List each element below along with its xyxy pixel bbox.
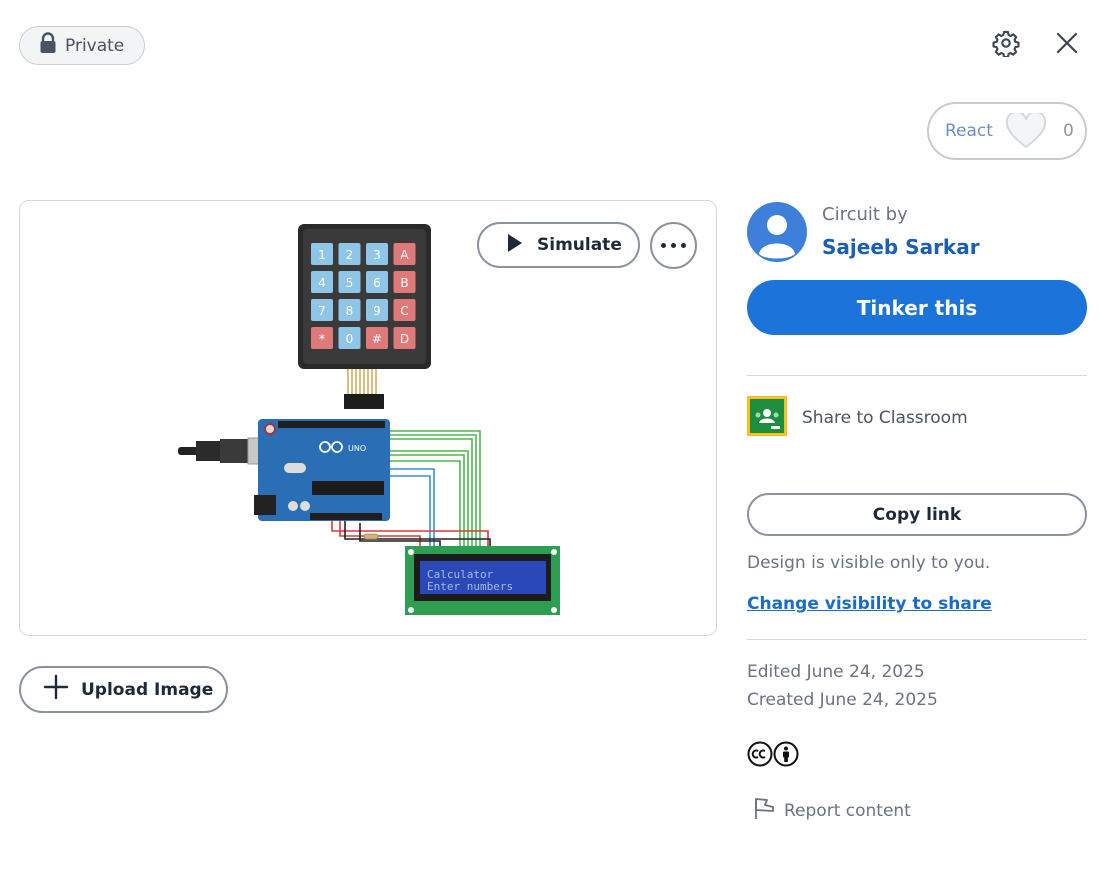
play-icon xyxy=(507,233,523,258)
keypad: 1 2 3 A 4 5 6 B 7 8 9 C * 0 # D xyxy=(298,224,431,409)
settings-button[interactable] xyxy=(990,29,1022,61)
keypad-key-label: 9 xyxy=(373,304,381,318)
more-options-button[interactable] xyxy=(650,222,697,269)
arduino-board: UNO xyxy=(254,419,390,521)
report-label: Report content xyxy=(784,800,911,821)
keypad-key-label: B xyxy=(400,276,408,290)
google-classroom-icon xyxy=(747,396,787,440)
close-button[interactable] xyxy=(1051,29,1083,61)
keypad-key-label: 5 xyxy=(346,276,354,290)
more-dot xyxy=(681,243,686,248)
keypad-key-label: 0 xyxy=(346,332,354,346)
lcd-display: Calculator Enter numbers xyxy=(405,546,560,615)
flag-icon xyxy=(753,796,775,825)
author-name-link[interactable]: Sajeeb Sarkar xyxy=(822,235,980,259)
keypad-key-label: C xyxy=(400,304,408,318)
gear-icon xyxy=(992,29,1020,61)
keypad-key-label: 1 xyxy=(318,248,326,262)
change-visibility-link[interactable]: Change visibility to share xyxy=(747,594,992,614)
svg-text:UNO: UNO xyxy=(348,444,366,453)
upload-image-button[interactable]: Upload Image xyxy=(19,666,228,713)
more-dot xyxy=(661,243,666,248)
keypad-key-label: A xyxy=(400,248,409,262)
visibility-note: Design is visible only to you. xyxy=(747,553,991,573)
simulate-button[interactable]: Simulate xyxy=(477,222,640,268)
keypad-key-label: 7 xyxy=(318,304,326,318)
license-badge[interactable] xyxy=(747,741,799,771)
react-label: React xyxy=(945,121,993,141)
classroom-label: Share to Classroom xyxy=(802,408,968,428)
plus-icon xyxy=(43,674,69,705)
author-avatar[interactable] xyxy=(747,202,807,262)
keypad-key-label: 8 xyxy=(346,304,354,318)
lock-icon xyxy=(39,32,57,59)
created-date: Created June 24, 2025 xyxy=(747,690,938,710)
keypad-key-label: 2 xyxy=(346,248,354,262)
heart-icon xyxy=(1005,112,1049,150)
close-icon xyxy=(1055,31,1079,59)
copy-link-button[interactable]: Copy link xyxy=(747,493,1087,536)
simulate-label: Simulate xyxy=(537,235,622,255)
keypad-key-label: D xyxy=(400,332,409,346)
react-button[interactable]: React 0 xyxy=(927,102,1087,160)
keypad-key-label: 4 xyxy=(318,276,326,290)
circuit-preview[interactable]: 1 2 3 A 4 5 6 B 7 8 9 C * 0 # D UNO Calc… xyxy=(19,200,717,636)
privacy-label: Private xyxy=(65,35,125,56)
divider xyxy=(747,639,1087,640)
keypad-key-label: 3 xyxy=(373,248,381,262)
privacy-toggle[interactable]: Private xyxy=(19,26,145,65)
tinker-this-button[interactable]: Tinker this xyxy=(747,280,1087,335)
creative-commons-icon xyxy=(747,741,773,771)
divider xyxy=(747,375,1087,376)
upload-label: Upload Image xyxy=(81,679,214,700)
attribution-icon xyxy=(773,741,799,771)
react-count: 0 xyxy=(1062,121,1074,141)
keypad-key-label: * xyxy=(319,332,325,346)
more-dot xyxy=(671,243,676,248)
circuit-by-label: Circuit by xyxy=(822,204,908,225)
report-content-link[interactable]: Report content xyxy=(753,796,911,825)
keypad-key-label: 6 xyxy=(373,276,381,290)
share-to-classroom-button[interactable]: Share to Classroom xyxy=(747,396,968,440)
svg-text:Enter numbers: Enter numbers xyxy=(427,580,513,593)
edited-date: Edited June 24, 2025 xyxy=(747,662,925,682)
keypad-key-label: # xyxy=(372,332,382,346)
